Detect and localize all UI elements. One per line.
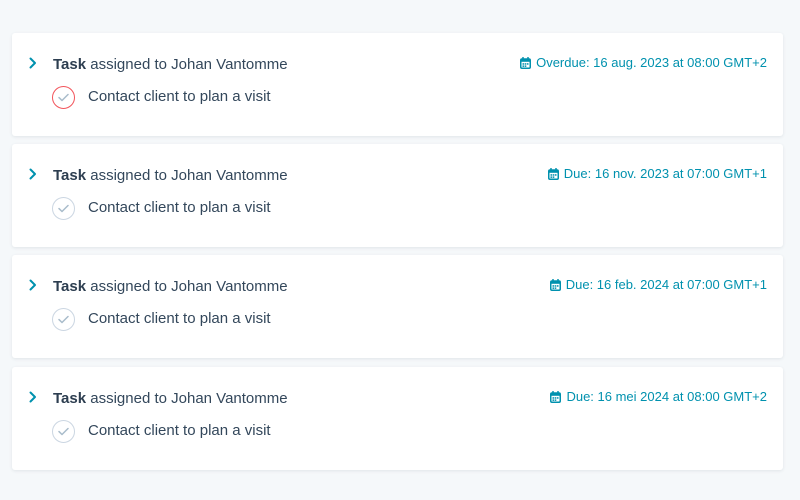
task-headline: Task assigned to Johan Vantomme [53,167,288,185]
complete-task-checkbox[interactable] [52,420,75,443]
checkmark-icon [58,204,69,213]
chevron-right-icon[interactable] [26,167,40,181]
checkmark-icon [58,315,69,324]
task-due-date: Due: 16 feb. 2024 at 07:00 GMT+1 [549,277,767,293]
chevron-right-icon[interactable] [26,390,40,404]
task-type-label: Task [53,278,87,295]
task-assignment: assigned to Johan Vantomme [90,390,288,407]
task-card: Task assigned to Johan Vantomme Due: 16 … [12,255,783,358]
task-headline: Task assigned to Johan Vantomme [53,56,288,74]
checkmark-icon [58,93,69,102]
due-date-text: Due: 16 nov. 2023 at 07:00 GMT+1 [563,166,767,181]
checkmark-icon [58,427,69,436]
due-date-text: Due: 16 mei 2024 at 08:00 GMT+2 [566,389,767,404]
task-timeline-list: Task assigned to Johan Vantomme Overdue:… [0,0,800,500]
task-due-date: Due: 16 mei 2024 at 08:00 GMT+2 [550,389,767,405]
complete-task-checkbox[interactable] [52,86,75,109]
task-card: Task assigned to Johan Vantomme Due: 16 … [12,144,783,247]
task-title[interactable]: Contact client to plan a visit [88,310,271,328]
task-assignment: assigned to Johan Vantomme [90,278,288,295]
task-title[interactable]: Contact client to plan a visit [88,199,271,217]
task-headline: Task assigned to Johan Vantomme [53,278,288,296]
task-type-label: Task [53,390,87,407]
task-headline: Task assigned to Johan Vantomme [53,390,288,408]
calendar-icon [550,391,562,403]
task-title[interactable]: Contact client to plan a visit [88,88,271,106]
task-title[interactable]: Contact client to plan a visit [88,422,271,440]
task-assignment: assigned to Johan Vantomme [90,167,288,184]
task-type-label: Task [53,56,87,73]
due-date-text: Overdue: 16 aug. 2023 at 08:00 GMT+2 [536,55,767,70]
task-card: Task assigned to Johan Vantomme Due: 16 … [12,367,783,470]
task-due-date: Overdue: 16 aug. 2023 at 08:00 GMT+2 [520,55,767,71]
task-assignment: assigned to Johan Vantomme [90,56,288,73]
due-date-text: Due: 16 feb. 2024 at 07:00 GMT+1 [565,277,767,292]
complete-task-checkbox[interactable] [52,308,75,331]
task-card: Task assigned to Johan Vantomme Overdue:… [12,33,783,136]
calendar-icon [520,57,532,69]
chevron-right-icon[interactable] [26,56,40,70]
task-type-label: Task [53,167,87,184]
task-due-date: Due: 16 nov. 2023 at 07:00 GMT+1 [547,166,767,182]
complete-task-checkbox[interactable] [52,197,75,220]
calendar-icon [547,168,559,180]
calendar-icon [549,279,561,291]
chevron-right-icon[interactable] [26,278,40,292]
